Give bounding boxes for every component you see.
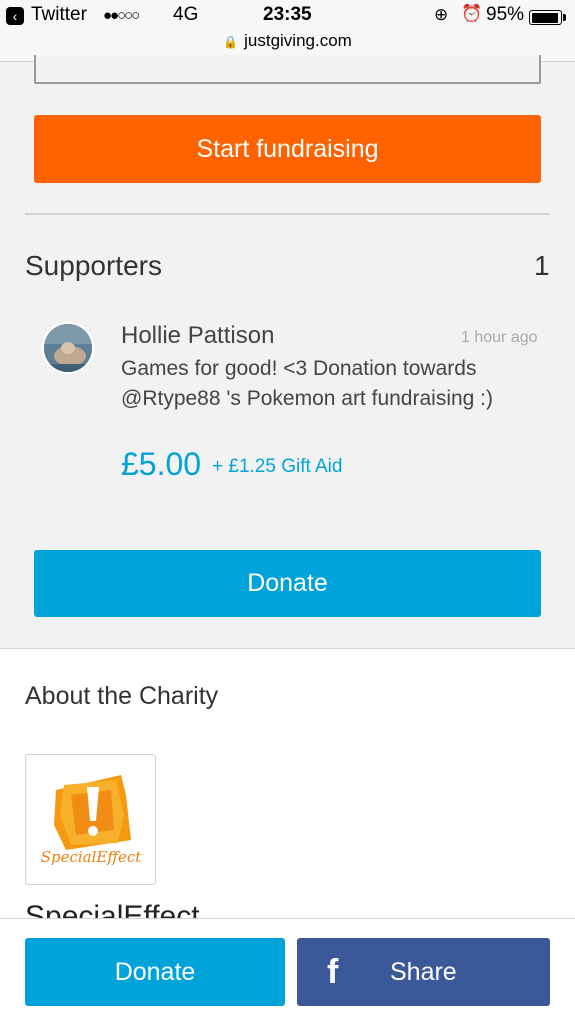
supporters-count: 1 — [534, 250, 550, 281]
clock: 23:35 — [263, 4, 312, 25]
share-label: Share — [390, 958, 457, 986]
supporter-message: Games for good! <3 Donation towards @Rty… — [121, 357, 494, 410]
charity-logo[interactable]: SpecialEffect — [25, 754, 156, 885]
status-bar: ‹ Twitter ●●○○○ 4G 23:35 ⊕ ⏰ 95% 🔒 justgi… — [0, 0, 575, 62]
battery-percent: 95% — [486, 4, 525, 25]
signal-strength-icon: ●●○○○ — [103, 7, 140, 24]
donation-amount: £5.00 — [121, 446, 202, 482]
rotation-lock-icon: ⊕ — [434, 5, 449, 24]
donate-button[interactable]: Donate — [34, 550, 541, 617]
charity-logo-text: SpecialEffect — [41, 848, 143, 866]
lock-icon: 🔒 — [223, 35, 239, 49]
gift-aid-amount: + £1.25 Gift Aid — [212, 456, 343, 477]
url-text: justgiving.com — [244, 31, 352, 50]
network-type: 4G — [173, 4, 199, 25]
about-charity-heading: About the Charity — [25, 682, 219, 710]
address-bar[interactable]: 🔒 justgiving.com — [0, 31, 575, 51]
alarm-icon: ⏰ — [461, 4, 483, 23]
previous-input-field[interactable] — [34, 55, 541, 84]
back-app-label[interactable]: Twitter — [31, 4, 87, 26]
start-fundraising-button[interactable]: Start fundraising — [34, 115, 541, 183]
facebook-icon: f — [327, 953, 339, 991]
facebook-share-button[interactable]: f Share — [297, 938, 550, 1006]
back-arrow-icon[interactable]: ‹ — [6, 7, 24, 25]
bottom-action-bar: Donate f Share — [0, 918, 575, 1024]
divider — [25, 213, 550, 215]
battery-icon — [529, 10, 562, 25]
charity-name[interactable]: SpecialEffect — [25, 900, 200, 920]
battery-tip — [563, 14, 566, 21]
supporters-heading: Supporters — [25, 250, 162, 281]
bottom-donate-button[interactable]: Donate — [25, 938, 285, 1006]
avatar — [42, 322, 94, 374]
supporter-name: Hollie Pattison — [121, 322, 275, 349]
supporter-time: 1 hour ago — [461, 329, 538, 346]
